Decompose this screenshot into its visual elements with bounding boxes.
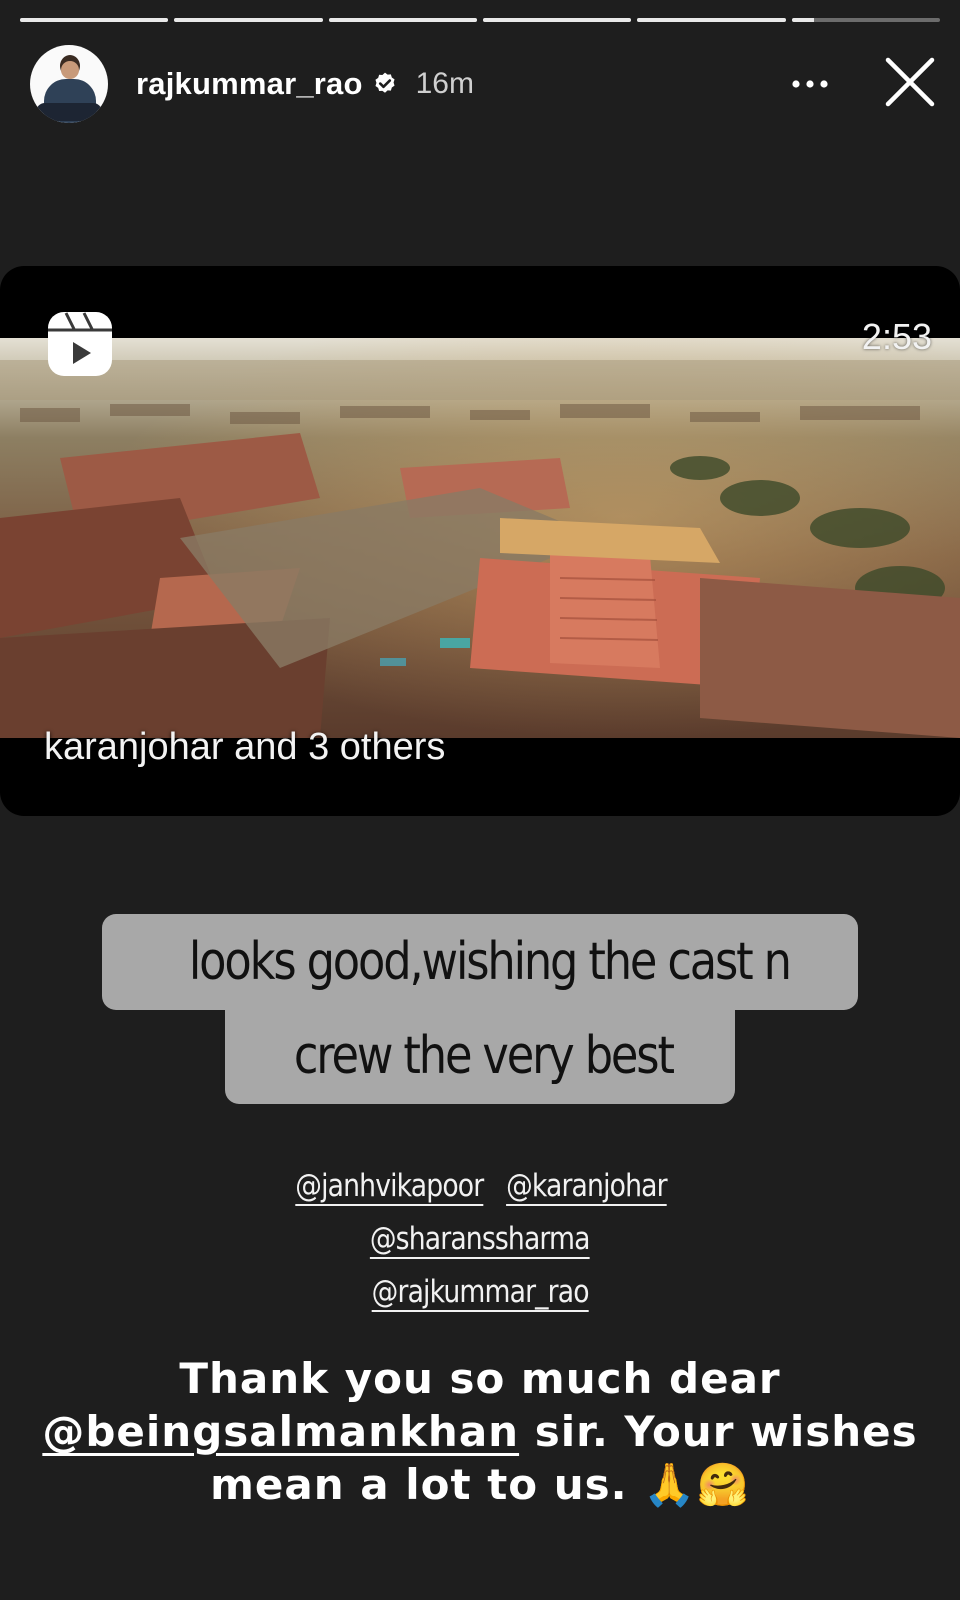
more-options-icon[interactable] (788, 66, 832, 102)
sticker-line-1: looks good,wishing the cast n (102, 914, 858, 1010)
sticker-text-1: looks good,wishing the cast n (188, 932, 792, 992)
mention-rajkummar-rao[interactable]: @rajkummar_rao (371, 1266, 589, 1319)
thanks-line-2: @beingsalmankhan sir. Your wishes (40, 1405, 920, 1458)
avatar[interactable] (30, 45, 108, 123)
progress-segment (791, 18, 940, 22)
text-sticker: looks good,wishing the cast n crew the v… (0, 914, 960, 1104)
avatar-face (61, 61, 79, 79)
mention-beingsalmankhan[interactable]: @beingsalmankhan (42, 1407, 519, 1456)
sticker-line-2: crew the very best (225, 1008, 735, 1104)
progress-fill (20, 18, 169, 22)
progress-segment (20, 18, 169, 22)
thank-you-message: Thank you so much dear @beingsalmankhan … (40, 1352, 920, 1511)
close-icon[interactable] (880, 52, 940, 112)
verified-badge-icon (375, 72, 395, 93)
progress-segment (637, 18, 786, 22)
mention-sharanssharma[interactable]: @sharanssharma (370, 1213, 591, 1266)
thanks-line-1: Thank you so much dear (179, 1354, 781, 1403)
username-link[interactable]: rajkummar_rao (136, 66, 363, 102)
mention-janhvikapoor[interactable]: @janhvikapoor (296, 1160, 485, 1213)
progress-segment (328, 18, 477, 22)
reel-thumbnail (0, 338, 960, 738)
story-progress-bar (20, 18, 940, 23)
reel-duration: 2:53 (861, 316, 932, 357)
progress-fill (328, 18, 477, 22)
post-time: 16m (415, 67, 474, 100)
shared-reel-card[interactable]: 2:53 karanjohar and 3 others (0, 266, 960, 816)
story-header: rajkummar_rao 16m (30, 44, 940, 124)
progress-fill (637, 18, 786, 22)
progress-fill (174, 18, 323, 22)
mentions-block: @janhvikapoor @karanjohar @sharanssharma… (0, 1160, 960, 1319)
reel-caption: karanjohar and 3 others (44, 726, 446, 768)
reels-icon (48, 312, 112, 376)
thanks-line-2-rest: sir. Your wishes (519, 1407, 918, 1456)
mention-karanjohar[interactable]: @karanjohar (506, 1160, 667, 1213)
sticker-text-2: crew the very best (293, 1026, 675, 1086)
thanks-line-3: mean a lot to us. 🙏🤗 (210, 1460, 750, 1509)
progress-fill (791, 18, 814, 22)
avatar-legs (36, 103, 102, 121)
progress-segment (174, 18, 323, 22)
progress-segment (482, 18, 632, 22)
progress-fill (482, 18, 632, 22)
